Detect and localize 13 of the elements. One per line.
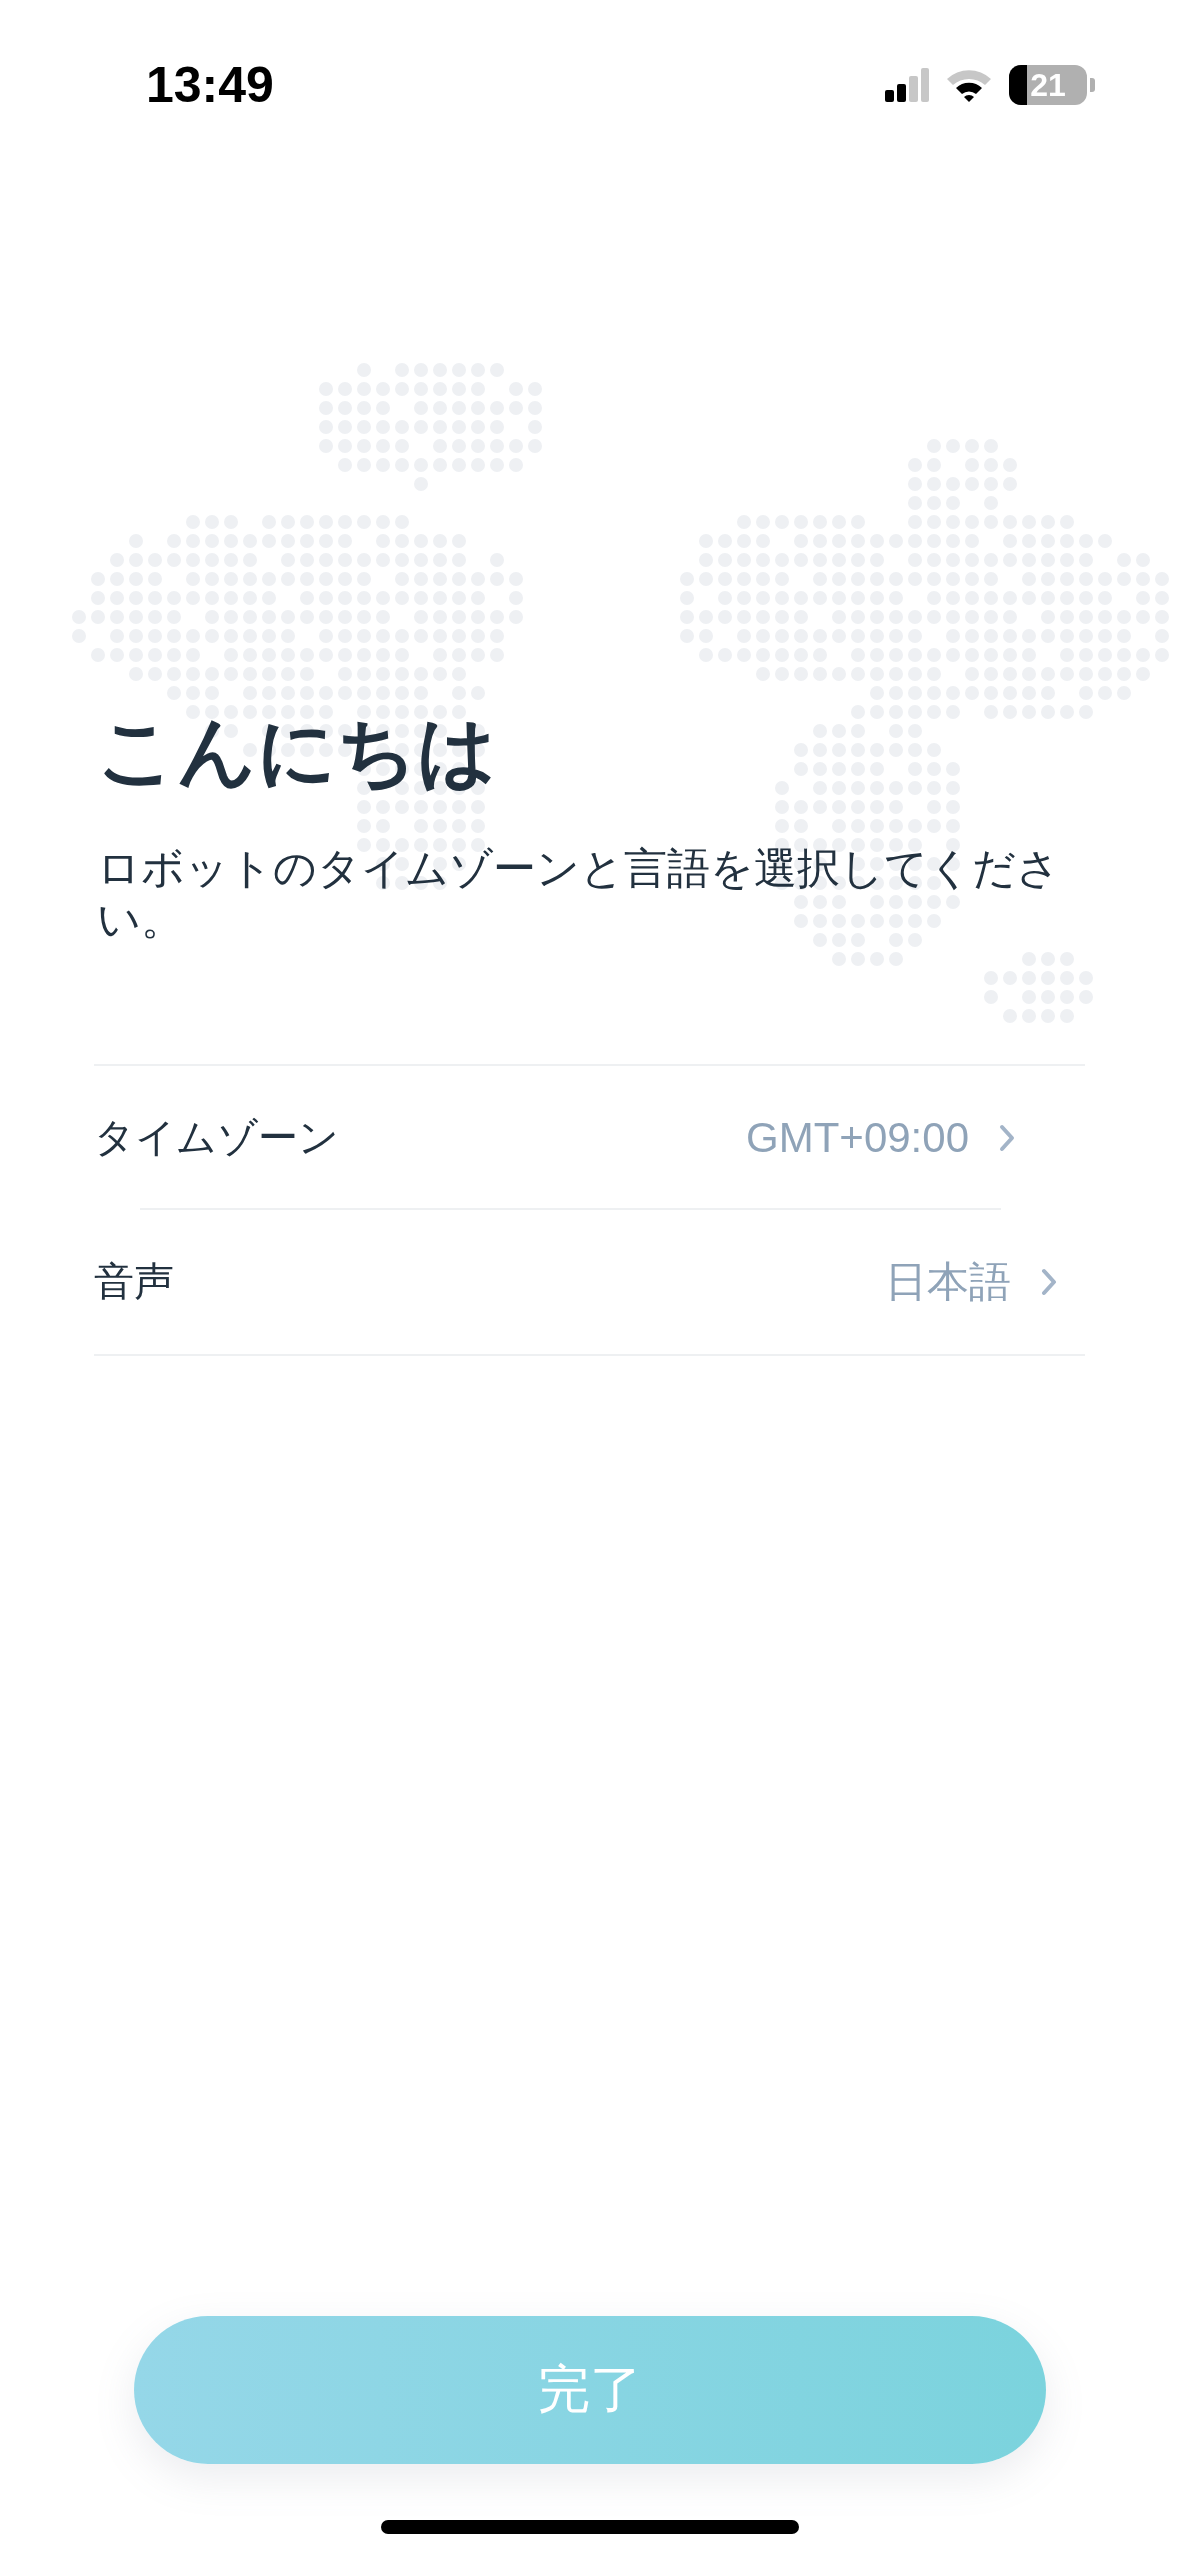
setting-label: 音声 (94, 1257, 174, 1307)
status-time: 13:49 (146, 56, 274, 114)
greeting-title: こんにちは (97, 705, 498, 798)
chevron-icon (999, 1123, 1015, 1152)
signal-icon (885, 68, 929, 102)
settings-row[interactable]: タイムゾーン GMT+09:00 (94, 1065, 1043, 1210)
setting-value: 日本語 (885, 1256, 1011, 1307)
greeting-subtitle: ロボットのタイムゾーンと言語を選択してください。 (97, 842, 1061, 946)
wifi-icon (945, 67, 993, 103)
setting-label: タイムゾーン (94, 1113, 339, 1163)
settings-row[interactable]: 音声 日本語 (94, 1209, 1085, 1356)
chevron-icon (1041, 1267, 1057, 1296)
setting-value: GMT+09:00 (746, 1113, 969, 1162)
